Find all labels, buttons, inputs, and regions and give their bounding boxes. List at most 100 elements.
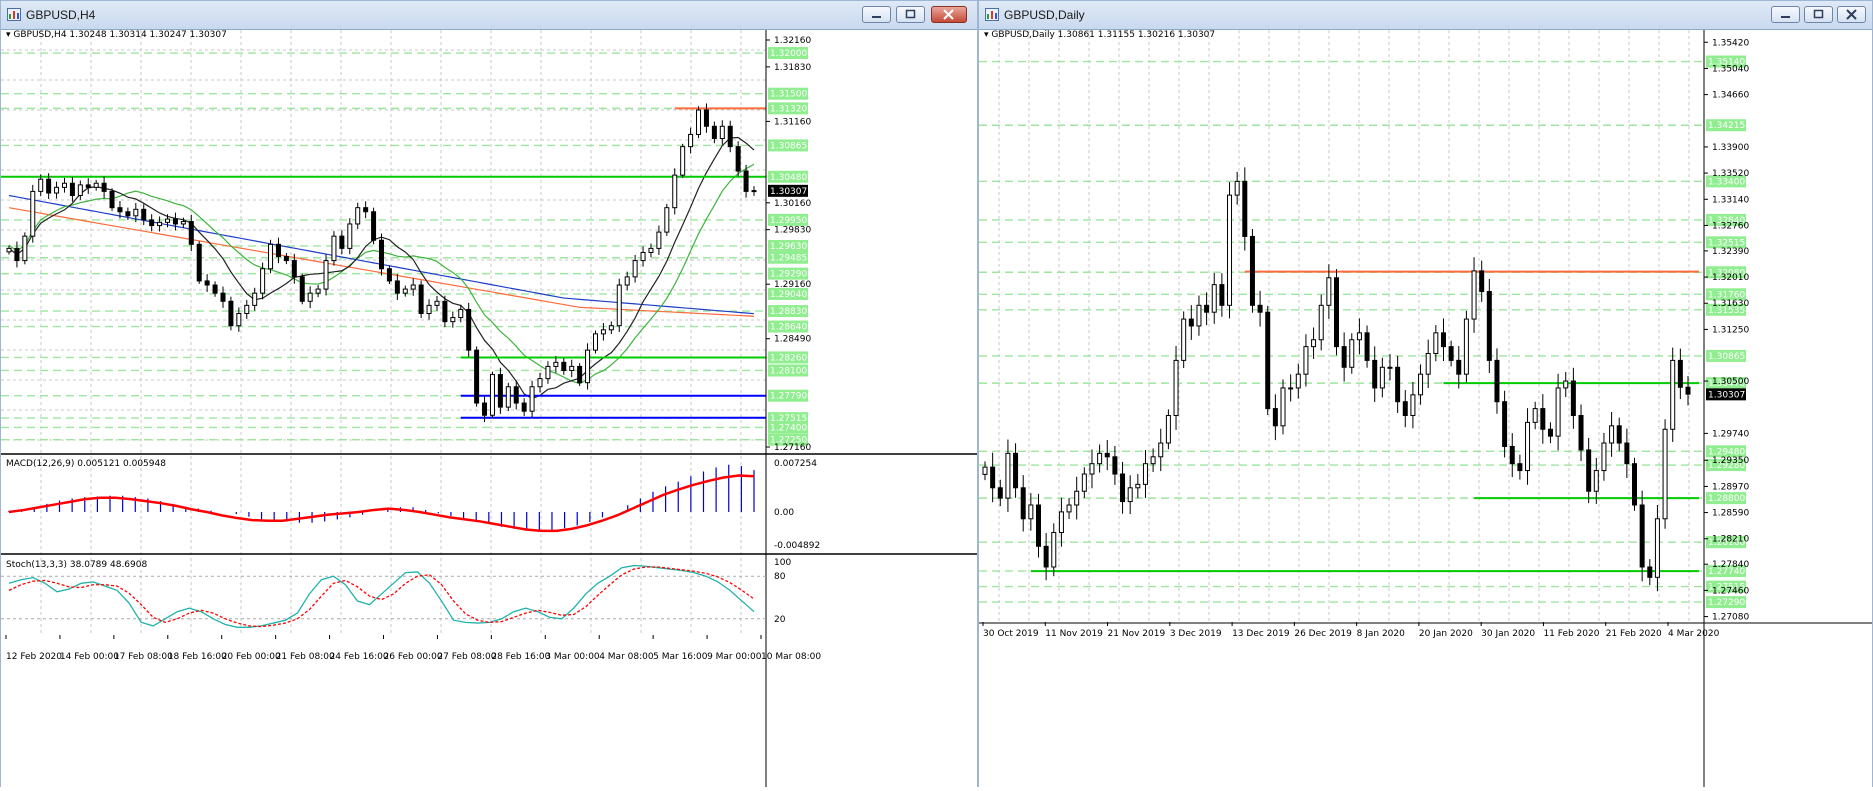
candle-body <box>196 243 202 282</box>
candle-body <box>1456 359 1462 375</box>
level-price-label: 1.28640 <box>770 323 807 333</box>
level-price-label: 1.29485 <box>770 254 807 264</box>
minimize-button[interactable] <box>1771 6 1800 23</box>
time-tick-label: 26 Dec 2019 <box>1294 629 1352 639</box>
daily-chart-window[interactable]: GBPUSD,Daily 1.35140 1.34215 1.33400 1.3284… <box>978 0 1873 787</box>
price-tick-label: 1.27840 <box>1712 560 1749 570</box>
candle-body <box>545 365 551 380</box>
price-tick-label: 1.28590 <box>1712 509 1749 519</box>
candle-body <box>188 221 194 245</box>
candle-body <box>1356 332 1362 341</box>
candle-body <box>1043 545 1049 568</box>
candle-body <box>1272 408 1278 427</box>
price-tick-label: 1.32390 <box>1712 247 1749 257</box>
candle-body <box>1418 373 1424 396</box>
candle-body <box>1425 353 1431 375</box>
candle-body <box>85 184 91 188</box>
candle-body <box>1242 180 1248 237</box>
candle-body <box>1509 445 1515 465</box>
candle-body <box>640 251 646 262</box>
candle-body <box>1448 346 1454 361</box>
candle-body <box>466 308 472 351</box>
candle-body <box>632 260 638 278</box>
h4-price-chart[interactable]: 1.32000 1.31500 1.31320 1.30865 1.30480 1.299… <box>1 30 977 787</box>
candle-body <box>1670 359 1676 430</box>
candle-body <box>14 247 20 262</box>
price-tick-label: 1.34660 <box>1712 91 1749 101</box>
time-tick-label: 11 Nov 2019 <box>1045 629 1103 639</box>
candle-body <box>982 466 988 475</box>
price-tick-label: 1.29830 <box>774 226 811 236</box>
candle-body <box>990 466 996 489</box>
restore-icon <box>905 9 916 19</box>
candle-body <box>283 256 289 262</box>
level-price-label: 1.32000 <box>770 49 807 59</box>
candle-body <box>656 231 662 249</box>
candle-body <box>648 247 654 253</box>
candle-body <box>30 190 36 237</box>
macd-tick-label: -0.004892 <box>774 541 820 551</box>
restore-button[interactable] <box>1804 6 1833 23</box>
level-price-label: 1.29950 <box>770 216 807 226</box>
macd-title: MACD(12,26,9) 0.005121 0.005948 <box>6 459 166 469</box>
price-tick-label: 1.33140 <box>1712 195 1749 205</box>
candle-body <box>1211 284 1217 313</box>
h4-chart-window[interactable]: GBPUSD,H4 1.32000 1.31500 1.31320 1.30865 1.… <box>0 0 978 787</box>
candle-body <box>252 292 258 306</box>
candle-body <box>664 207 670 233</box>
candle-body <box>1525 421 1531 472</box>
candle-body <box>1540 408 1546 430</box>
candle-body <box>1364 332 1370 361</box>
close-button[interactable] <box>931 6 967 23</box>
candle-body <box>1295 373 1301 389</box>
close-button[interactable] <box>1837 6 1866 23</box>
price-tick-label: 1.27160 <box>774 443 811 453</box>
level-price-label: 1.29040 <box>770 290 807 300</box>
minimize-button[interactable] <box>862 6 891 23</box>
candle-body <box>1104 452 1110 458</box>
candle-body <box>93 182 99 188</box>
candle-body <box>109 190 115 209</box>
candle-body <box>1066 504 1072 513</box>
candle-body <box>1570 380 1576 416</box>
price-tick-label: 1.30160 <box>774 199 811 209</box>
candle-body <box>1494 359 1500 403</box>
daily-price-chart[interactable]: 1.351401.342151.334001.328401.325151.320… <box>979 30 1872 787</box>
window-titlebar[interactable]: GBPUSD,H4 <box>1 1 977 30</box>
stoch-tick-label: 20 <box>774 615 786 625</box>
candle-body <box>616 284 622 327</box>
candle-body <box>410 284 416 290</box>
level-price-label: 1.30865 <box>1708 352 1745 362</box>
time-tick-label: 3 Dec 2019 <box>1170 629 1222 639</box>
restore-button[interactable] <box>896 6 925 23</box>
time-tick-label: 18 Feb 16:00 <box>168 652 227 662</box>
candle-body <box>125 211 131 217</box>
candle-body <box>117 207 123 213</box>
candle-body <box>260 268 266 294</box>
candle-body <box>997 487 1003 499</box>
candle-body <box>1005 452 1011 499</box>
candle-body <box>711 125 717 139</box>
candle-body <box>1341 346 1347 368</box>
price-tick-label: 1.28490 <box>774 335 811 345</box>
candle-body <box>1402 401 1408 416</box>
candle-body <box>379 239 384 270</box>
candle-body <box>1654 518 1660 578</box>
candle-body <box>1586 449 1592 492</box>
candle-body <box>1196 304 1202 327</box>
candle-body <box>402 288 408 294</box>
candle-body <box>307 292 313 302</box>
candle-body <box>323 260 329 290</box>
candle-body <box>77 184 83 196</box>
candle-body <box>291 260 297 278</box>
candle-body <box>600 329 606 335</box>
candle-body <box>275 243 281 258</box>
candle-body <box>1532 408 1538 423</box>
level-price-label: 1.28830 <box>770 307 807 317</box>
candle-body <box>1616 425 1622 444</box>
candle-body <box>1563 380 1569 389</box>
level-price-label: 1.28260 <box>770 353 807 363</box>
window-titlebar[interactable]: GBPUSD,Daily <box>979 1 1872 30</box>
candle-body <box>1601 442 1607 472</box>
candle-body <box>268 243 274 270</box>
